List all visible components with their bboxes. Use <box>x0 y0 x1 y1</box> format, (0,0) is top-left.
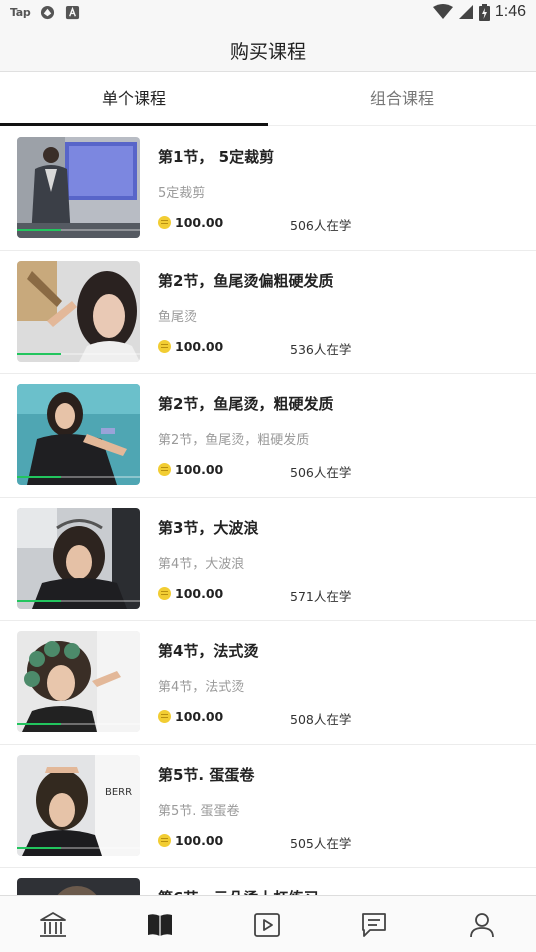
learner-count: 508人在学 <box>290 712 352 727</box>
course-thumbnail[interactable] <box>17 260 140 362</box>
learner-count: 536人在学 <box>290 341 352 357</box>
status-bar: Tap 1:46 <box>0 0 536 28</box>
course-price: 100.00 <box>158 586 223 601</box>
learner-count: 506人在学 <box>290 465 352 480</box>
course-item[interactable]: 第2节，鱼尾烫偏粗硬发质 鱼尾烫 100.00 536人在学 <box>0 250 536 374</box>
nav-courses[interactable] <box>143 908 177 942</box>
course-price: 100.00 <box>158 833 223 848</box>
course-item[interactable]: 第2节，鱼尾烫，粗硬发质 第2节，鱼尾烫，粗硬发质 100.00 506人在学 <box>0 374 536 498</box>
tab-combo-course[interactable]: 组合课程 <box>268 72 536 126</box>
price-value: 100.00 <box>175 832 224 848</box>
tab-single-course[interactable]: 单个课程 <box>0 72 268 126</box>
course-item[interactable]: BERR 第5节. 蛋蛋卷 第5节. 蛋蛋卷 100.00 505人在学 <box>0 744 536 868</box>
nav-profile[interactable] <box>465 908 499 942</box>
course-thumbnail[interactable]: BERR <box>17 754 140 856</box>
status-time: 1:46 <box>494 3 526 20</box>
course-tabs: 单个课程 组合课程 <box>0 72 536 126</box>
course-price: 100.00 <box>158 215 223 230</box>
course-thumbnail[interactable] <box>17 631 140 732</box>
coin-icon <box>158 339 171 353</box>
learner-count: 571人在学 <box>290 588 352 604</box>
nav-video[interactable] <box>250 908 284 942</box>
course-item[interactable]: 第1节， 5定裁剪 5定裁剪 100.00 506人在学 <box>0 127 536 251</box>
active-tab-indicator <box>0 123 268 126</box>
course-item[interactable]: 第4节，法式烫 第4节，法式烫 100.00 508人在学 <box>0 621 536 745</box>
course-title: 第2节，鱼尾烫偏粗硬发质 <box>158 271 334 290</box>
course-price: 100.00 <box>158 462 223 477</box>
course-subtitle: 第5节. 蛋蛋卷 <box>158 803 240 819</box>
course-item[interactable]: 第3节，大波浪 第4节，大波浪 100.00 571人在学 <box>0 497 536 621</box>
svg-text:BERR: BERR <box>105 787 132 798</box>
course-title: 第4节，法式烫 <box>158 642 259 660</box>
tap-app-label: Tap <box>10 6 31 19</box>
coin-icon <box>158 216 171 229</box>
price-value: 100.00 <box>175 585 224 601</box>
course-list[interactable]: 第1节， 5定裁剪 5定裁剪 100.00 506人在学 第2节，鱼尾烫偏粗硬发… <box>0 127 536 895</box>
price-value: 100.00 <box>175 709 224 724</box>
play-icon <box>254 913 280 937</box>
course-subtitle: 5定裁剪 <box>158 186 206 201</box>
course-thumbnail[interactable] <box>17 384 140 485</box>
course-thumbnail[interactable] <box>17 878 140 895</box>
battery-icon <box>478 3 490 21</box>
course-title: 第2节，鱼尾烫，粗硬发质 <box>158 395 334 413</box>
profile-icon <box>470 913 494 938</box>
course-item[interactable]: 第6节，云朵烫上杠练习 <box>0 868 536 895</box>
bottom-nav <box>0 895 536 952</box>
taptap-icon <box>41 5 55 20</box>
course-subtitle: 第4节，大波浪 <box>158 556 245 572</box>
course-title: 第6节，云朵烫上杠练习 <box>158 887 318 895</box>
coin-icon <box>158 463 171 476</box>
home-building-icon <box>40 912 66 937</box>
price-value: 100.00 <box>175 462 224 477</box>
course-title: 第1节， 5定裁剪 <box>158 148 275 166</box>
nav-home[interactable] <box>36 908 70 942</box>
course-subtitle: 鱼尾烫 <box>158 309 198 325</box>
course-thumbnail[interactable] <box>17 507 140 609</box>
message-icon <box>362 913 386 937</box>
coin-icon <box>158 710 171 723</box>
course-thumbnail[interactable] <box>17 137 140 238</box>
learner-count: 506人在学 <box>290 218 352 233</box>
coin-icon <box>158 586 171 600</box>
course-price: 100.00 <box>158 339 223 354</box>
wifi-icon <box>432 4 453 19</box>
book-icon <box>148 914 172 936</box>
title-bar: 购买课程 <box>0 28 536 72</box>
page-title: 购买课程 <box>229 41 306 63</box>
course-title: 第5节. 蛋蛋卷 <box>158 765 255 784</box>
coin-icon <box>158 833 171 847</box>
font-a-icon <box>66 5 80 20</box>
course-price: 100.00 <box>158 709 223 724</box>
price-value: 100.00 <box>175 338 224 354</box>
course-title: 第3节，大波浪 <box>158 518 259 537</box>
price-value: 100.00 <box>175 215 224 230</box>
learner-count: 505人在学 <box>290 835 352 851</box>
course-subtitle: 第2节，鱼尾烫，粗硬发质 <box>158 433 310 448</box>
nav-messages[interactable] <box>357 908 391 942</box>
course-subtitle: 第4节，法式烫 <box>158 680 245 695</box>
cell-signal-icon <box>458 5 473 19</box>
